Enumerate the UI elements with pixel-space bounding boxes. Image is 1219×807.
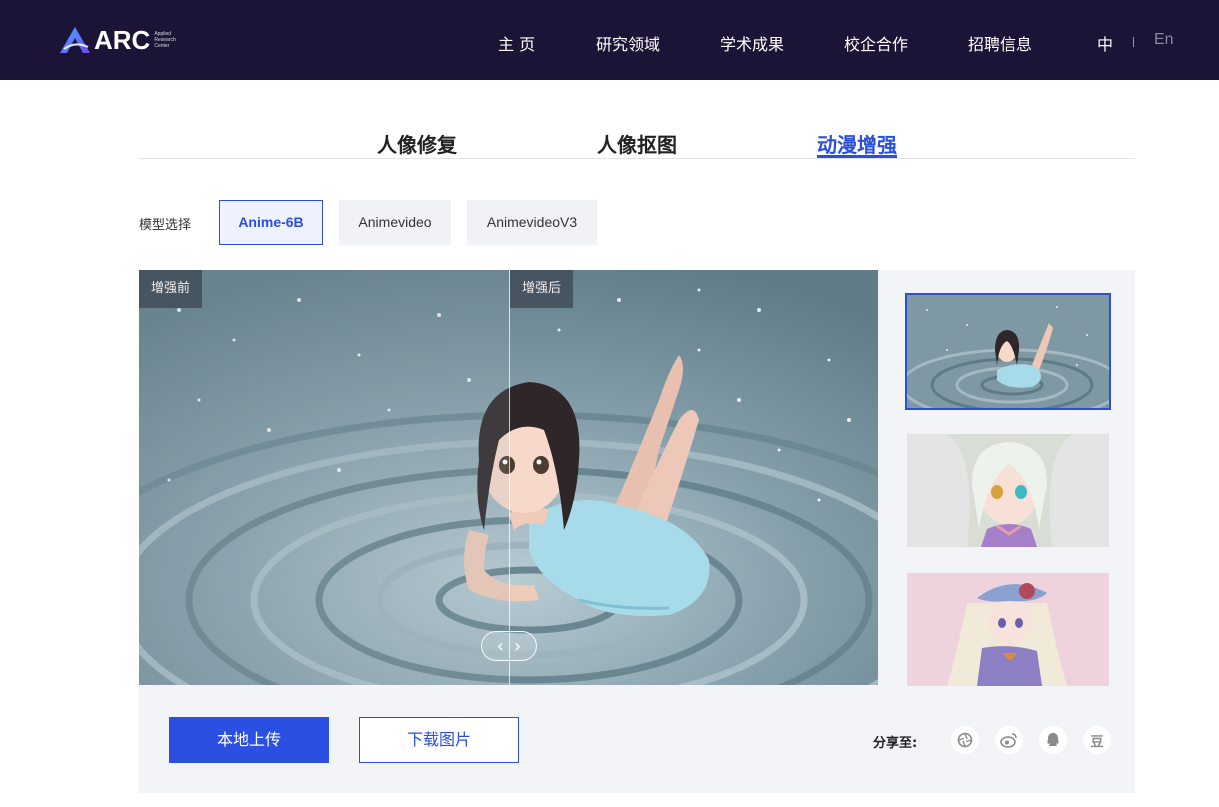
weibo-glyph [1000, 733, 1017, 748]
douban-glyph: 豆 [1090, 734, 1104, 750]
arc-logo-mark-icon [60, 27, 90, 53]
thumbnail-white-hair-girl[interactable] [907, 434, 1109, 547]
weibo-icon[interactable] [995, 726, 1023, 754]
share-label: 分享至: [873, 736, 918, 751]
nav-publications[interactable]: 学术成果 [720, 31, 784, 55]
thumbnail-girl-with-hat[interactable] [907, 573, 1109, 686]
chevron-left-icon: ‹ [496, 635, 504, 657]
top-header: ARC Applied Research Center 主 页 研究领域 学术成… [0, 0, 1219, 80]
tabs-baseline [139, 158, 1135, 159]
aperture-glyph [957, 732, 973, 748]
thumbnail-image [907, 573, 1109, 686]
chevron-right-icon: › [514, 635, 522, 657]
active-tab-indicator [817, 155, 897, 158]
before-label: 增强前 [139, 270, 203, 308]
thumbnail-girl-in-water[interactable] [905, 293, 1111, 410]
qq-glyph [1047, 733, 1059, 746]
logo-subtitle: Applied Research Center [154, 31, 176, 49]
lang-english[interactable]: En [1154, 31, 1174, 49]
douban-icon[interactable]: 豆 [1083, 726, 1111, 754]
tab-portrait-restore[interactable]: 人像修复 [377, 129, 457, 158]
logo-text: ARC [94, 24, 151, 55]
tab-portrait-matting[interactable]: 人像抠图 [597, 129, 677, 158]
nav-home[interactable]: 主 页 [498, 31, 535, 55]
model-option-animevideo-v3[interactable]: AnimevideoV3 [467, 200, 597, 245]
thumbnail-image [907, 434, 1109, 547]
nav-careers[interactable]: 招聘信息 [968, 31, 1032, 55]
arc-logo[interactable]: ARC Applied Research Center [58, 24, 184, 56]
lang-divider [1133, 37, 1134, 47]
lang-chinese[interactable]: 中 [1097, 31, 1113, 55]
qq-icon[interactable] [1039, 726, 1067, 754]
tab-anime-enhance[interactable]: 动漫增强 [817, 129, 897, 158]
model-select-label: 模型选择 [139, 218, 192, 233]
local-upload-button[interactable]: 本地上传 [169, 717, 329, 763]
model-option-animevideo[interactable]: Animevideo [339, 200, 451, 245]
aperture-icon[interactable] [951, 726, 979, 754]
nav-research[interactable]: 研究领域 [596, 31, 660, 55]
after-label: 增强后 [510, 270, 574, 308]
nav-cooperation[interactable]: 校企合作 [844, 31, 908, 55]
compare-slider-handle[interactable]: ‹ › [481, 631, 537, 661]
model-option-anime-6b[interactable]: Anime-6B [219, 200, 323, 245]
thumbnail-image [907, 295, 1109, 408]
download-image-button[interactable]: 下载图片 [359, 717, 519, 763]
compare-divider-line [509, 270, 510, 685]
